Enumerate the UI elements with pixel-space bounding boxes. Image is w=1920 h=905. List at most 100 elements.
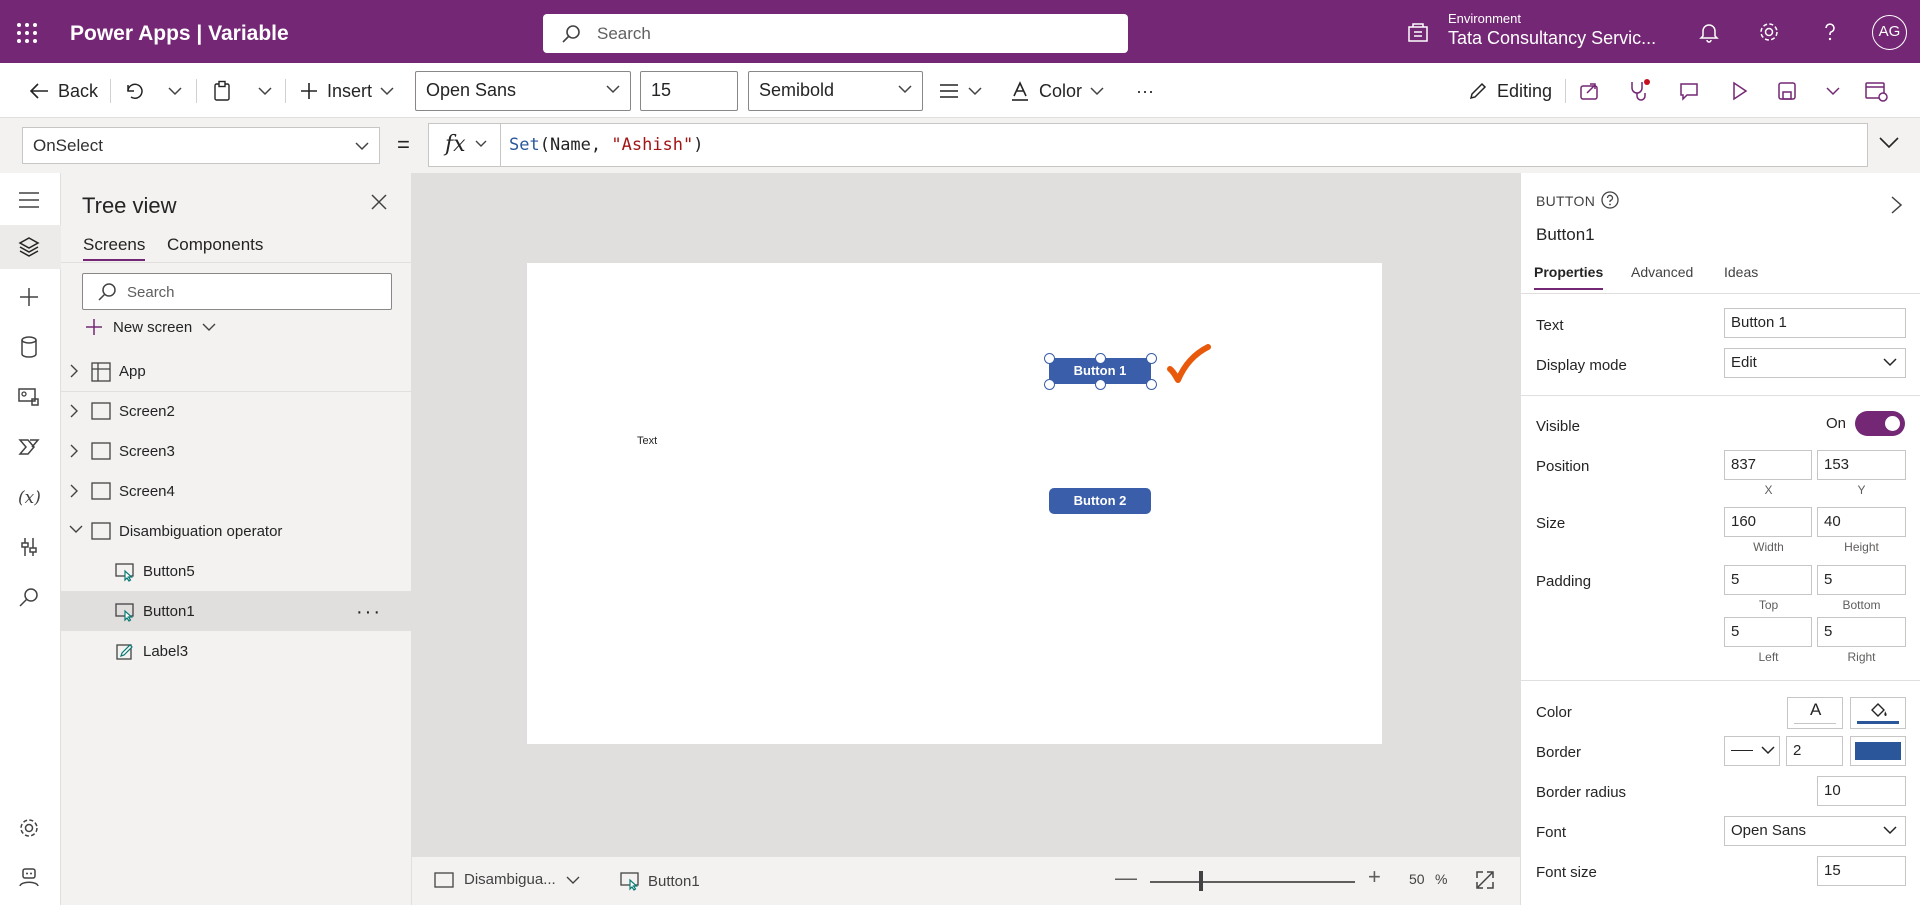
variables-icon[interactable]: (x) xyxy=(17,485,43,511)
chevron-right-icon[interactable] xyxy=(69,404,79,418)
display-mode-select[interactable]: Edit xyxy=(1724,348,1906,378)
chevron-right-icon[interactable] xyxy=(69,364,79,378)
property-select[interactable]: OnSelect xyxy=(22,127,380,164)
text-color-picker[interactable]: A xyxy=(1787,697,1843,729)
environment-name[interactable]: Tata Consultancy Servic... xyxy=(1448,28,1656,49)
plus-icon[interactable] xyxy=(17,285,43,311)
padding-left-input[interactable]: 5 xyxy=(1724,617,1812,647)
control-name[interactable]: Button1 xyxy=(1536,225,1595,245)
text-property-input[interactable]: Button 1 xyxy=(1724,308,1906,338)
label-3[interactable]: Text xyxy=(637,435,657,447)
tab-properties[interactable]: Properties xyxy=(1534,264,1604,290)
database-icon[interactable] xyxy=(17,335,43,361)
tab-components[interactable]: Components xyxy=(167,235,263,259)
resize-handle[interactable] xyxy=(1146,379,1157,390)
paste-menu-chevron-icon[interactable] xyxy=(258,78,272,104)
search-icon[interactable] xyxy=(17,585,43,611)
share-button[interactable] xyxy=(1578,78,1600,104)
back-button[interactable]: Back xyxy=(28,78,98,104)
font-select[interactable]: Open Sans xyxy=(1724,816,1906,846)
resize-handle[interactable] xyxy=(1044,379,1055,390)
formula-text[interactable]: Set(Name, "Ashish") xyxy=(509,135,704,155)
text-align-button[interactable] xyxy=(938,78,982,104)
help-circle-icon[interactable] xyxy=(1600,190,1620,210)
environment-icon[interactable] xyxy=(1406,22,1430,44)
app-launcher-icon[interactable] xyxy=(14,20,40,46)
position-y-input[interactable]: 153 xyxy=(1817,450,1906,480)
tab-ideas[interactable]: Ideas xyxy=(1724,264,1758,288)
zoom-slider[interactable] xyxy=(1150,881,1355,883)
bell-icon[interactable] xyxy=(1697,20,1723,46)
media-icon[interactable] xyxy=(17,385,43,411)
tree-item-app[interactable]: App xyxy=(61,351,412,391)
button-2[interactable]: Button 2 xyxy=(1049,488,1151,514)
paste-button[interactable] xyxy=(212,78,232,104)
font-size-input[interactable]: 15 xyxy=(1817,856,1906,886)
virtual-agent-icon[interactable] xyxy=(17,865,43,891)
app-checker-button[interactable] xyxy=(1627,78,1651,104)
tree-item-button5[interactable]: Button5 xyxy=(61,551,412,591)
fill-color-picker[interactable] xyxy=(1850,697,1906,729)
publish-button[interactable] xyxy=(1864,78,1888,104)
settings-gear-icon[interactable] xyxy=(17,816,43,842)
position-x-input[interactable]: 837 xyxy=(1724,450,1812,480)
chevron-right-icon[interactable] xyxy=(69,484,79,498)
advanced-tools-icon[interactable] xyxy=(17,535,43,561)
save-button[interactable] xyxy=(1776,78,1798,104)
editing-mode-button[interactable]: Editing xyxy=(1467,78,1552,104)
undo-button[interactable] xyxy=(124,78,144,104)
new-screen-button[interactable]: New screen xyxy=(85,318,216,336)
insert-button[interactable]: Insert xyxy=(299,78,394,104)
gear-icon[interactable] xyxy=(1757,20,1783,46)
font-size-input[interactable]: 15 xyxy=(640,71,738,111)
preview-button[interactable] xyxy=(1728,78,1750,104)
global-search-input[interactable]: Search xyxy=(543,14,1128,53)
tree-search-input[interactable]: Search xyxy=(82,273,392,310)
color-button[interactable]: Color xyxy=(1009,78,1104,104)
close-icon[interactable] xyxy=(370,193,388,211)
resize-handle[interactable] xyxy=(1095,353,1106,364)
tree-item-disambiguation-operator[interactable]: Disambiguation operator xyxy=(61,511,412,551)
more-commands-button[interactable]: ··· xyxy=(1136,78,1154,104)
formula-input[interactable]: fx Set(Name, "Ashish") xyxy=(428,123,1868,167)
control-breadcrumb[interactable]: Button1 xyxy=(620,871,700,891)
expand-formula-chevron-icon[interactable] xyxy=(1878,135,1900,149)
zoom-out-button[interactable]: — xyxy=(1115,865,1137,891)
border-style-select[interactable] xyxy=(1724,736,1780,766)
user-avatar[interactable]: AG xyxy=(1872,15,1907,50)
tree-item-screen4[interactable]: Screen4 xyxy=(61,471,412,511)
chevron-right-icon[interactable] xyxy=(69,444,79,458)
power-automate-icon[interactable] xyxy=(17,435,43,461)
padding-right-input[interactable]: 5 xyxy=(1817,617,1906,647)
resize-handle[interactable] xyxy=(1146,353,1157,364)
tree-item-button1[interactable]: Button1 ··· xyxy=(61,591,412,631)
visible-toggle[interactable] xyxy=(1855,411,1905,436)
tab-screens[interactable]: Screens xyxy=(83,235,146,261)
font-weight-select[interactable]: Semibold xyxy=(748,71,923,111)
canvas-workspace[interactable]: Button 1 Text Button 2 xyxy=(412,173,1520,856)
more-options-icon[interactable]: ··· xyxy=(356,601,382,624)
zoom-slider-thumb[interactable] xyxy=(1199,871,1204,891)
function-button[interactable]: fx xyxy=(429,124,501,166)
tab-advanced[interactable]: Advanced xyxy=(1631,264,1693,288)
chevron-down-icon[interactable] xyxy=(69,524,83,534)
padding-top-input[interactable]: 5 xyxy=(1724,565,1812,595)
save-menu-chevron-icon[interactable] xyxy=(1826,78,1840,104)
help-icon[interactable] xyxy=(1818,20,1844,46)
zoom-in-button[interactable]: + xyxy=(1368,864,1381,890)
tree-item-screen3[interactable]: Screen3 xyxy=(61,431,412,471)
border-radius-input[interactable]: 10 xyxy=(1817,776,1906,806)
tree-item-label3[interactable]: Label3 xyxy=(61,631,412,671)
screen-breadcrumb[interactable]: Disambigua... xyxy=(434,871,580,888)
border-width-input[interactable]: 2 xyxy=(1786,736,1843,766)
tree-item-screen2[interactable]: Screen2 xyxy=(61,391,412,431)
fit-to-window-icon[interactable] xyxy=(1474,869,1496,891)
padding-bottom-input[interactable]: 5 xyxy=(1817,565,1906,595)
chevron-right-icon[interactable] xyxy=(1890,195,1904,215)
size-height-input[interactable]: 40 xyxy=(1817,507,1906,537)
border-color-picker[interactable] xyxy=(1850,736,1906,766)
app-screen-canvas[interactable]: Button 1 Text Button 2 xyxy=(527,263,1382,744)
hamburger-menu-icon[interactable] xyxy=(17,188,43,214)
resize-handle[interactable] xyxy=(1095,379,1106,390)
comments-button[interactable] xyxy=(1678,78,1700,104)
